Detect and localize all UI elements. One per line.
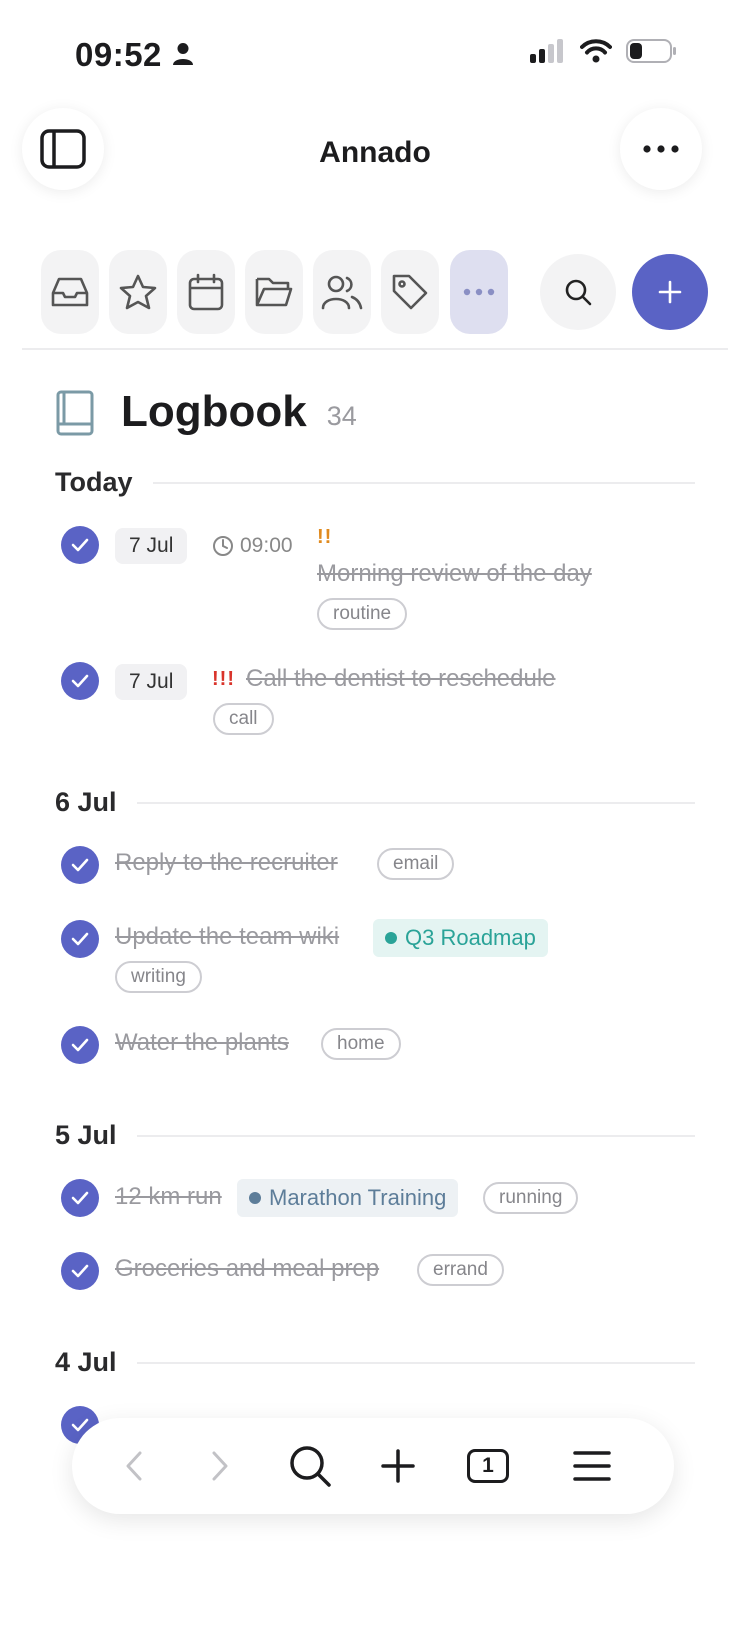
task-title[interactable]: Water the plants — [115, 1029, 289, 1057]
search-button[interactable] — [540, 254, 616, 330]
task-tag[interactable]: call — [213, 703, 274, 735]
projects-button[interactable] — [245, 250, 303, 334]
tabs-button[interactable]: 1 — [464, 1442, 512, 1490]
task-checkbox[interactable] — [61, 846, 99, 884]
tabs-icon: 1 — [467, 1449, 509, 1483]
task-date: 7 Jul — [115, 528, 188, 564]
view-toolbar — [0, 250, 750, 334]
priority-indicator: !! — [317, 526, 333, 548]
project-badge[interactable]: Marathon Training — [237, 1179, 459, 1217]
project-dot — [385, 932, 397, 944]
starred-button[interactable] — [109, 250, 167, 334]
clock-icon — [213, 536, 233, 556]
task-count: 34 — [326, 401, 357, 431]
more-views-button[interactable] — [450, 250, 508, 334]
menu-icon — [573, 1451, 611, 1481]
more-button[interactable] — [620, 108, 702, 190]
project-name: Q3 Roadmap — [405, 925, 536, 950]
section-6-jul: 6 Jul — [55, 787, 695, 818]
tabs-count: 1 — [482, 1454, 494, 1477]
task-tag[interactable]: routine — [317, 598, 408, 630]
task-checkbox[interactable] — [61, 662, 99, 700]
folder-icon — [255, 277, 293, 307]
task-date: 7 Jul — [115, 664, 188, 700]
task-checkbox[interactable] — [61, 1252, 99, 1290]
section-divider — [136, 801, 695, 804]
task-tag[interactable]: email — [377, 848, 455, 880]
forward-button[interactable] — [202, 1442, 238, 1490]
tag-icon — [392, 274, 428, 310]
more-icon — [643, 145, 679, 153]
check-icon — [71, 1038, 89, 1052]
person-icon — [173, 43, 193, 65]
section-label: 4 Jul — [55, 1347, 117, 1377]
page-title: Logbook — [121, 387, 307, 436]
priority-indicator: !!! — [212, 668, 235, 690]
status-bar: 09:52 — [0, 0, 750, 110]
book-icon — [56, 390, 94, 436]
search-icon — [565, 279, 592, 306]
task-tag[interactable]: running — [483, 1182, 579, 1214]
more-icon — [463, 288, 495, 296]
task-tag[interactable]: errand — [417, 1254, 504, 1286]
back-button[interactable] — [116, 1442, 152, 1490]
add-task-button[interactable] — [632, 254, 708, 330]
plus-icon — [658, 280, 682, 304]
forward-icon — [212, 1451, 228, 1481]
section-divider — [136, 1361, 695, 1364]
project-dot — [249, 1192, 261, 1204]
section-today: Today — [55, 467, 695, 498]
task-checkbox[interactable] — [61, 526, 99, 564]
new-tab-button[interactable] — [378, 1442, 418, 1490]
check-icon — [71, 1264, 89, 1278]
browser-search-button[interactable] — [286, 1442, 334, 1490]
back-icon — [126, 1451, 142, 1481]
project-badge[interactable]: Q3 Roadmap — [373, 919, 548, 957]
task-title[interactable]: Call the dentist to reschedule — [246, 665, 556, 693]
plus-icon — [381, 1449, 415, 1483]
section-4-jul: 4 Jul — [55, 1347, 695, 1378]
check-icon — [71, 932, 89, 946]
task-title[interactable]: Update the team wiki — [115, 923, 339, 951]
people-button[interactable] — [313, 250, 371, 334]
section-label: 5 Jul — [55, 1120, 117, 1150]
task-tag[interactable]: home — [321, 1028, 401, 1060]
people-icon — [321, 275, 363, 310]
section-divider — [136, 1134, 695, 1137]
check-icon — [71, 1191, 89, 1205]
browser-toolbar: 1 — [72, 1418, 674, 1514]
inbox-button[interactable] — [41, 250, 99, 334]
task-checkbox[interactable] — [61, 1026, 99, 1064]
task-checkbox[interactable] — [61, 1179, 99, 1217]
section-label: 6 Jul — [55, 787, 117, 817]
inbox-icon — [51, 277, 89, 307]
task-time-label: 09:00 — [240, 534, 293, 557]
calendar-button[interactable] — [177, 250, 235, 334]
toolbar-divider — [22, 348, 728, 350]
section-divider — [152, 481, 695, 484]
page-heading: Logbook 34 — [55, 388, 357, 436]
project-name: Marathon Training — [269, 1185, 447, 1210]
battery-icon — [626, 39, 676, 63]
check-icon — [71, 858, 89, 872]
check-icon — [71, 674, 89, 688]
task-checkbox[interactable] — [61, 920, 99, 958]
check-icon — [71, 538, 89, 552]
task-title[interactable]: Groceries and meal prep — [115, 1255, 379, 1283]
section-label: Today — [55, 467, 133, 497]
task-title[interactable]: 12 km run — [115, 1183, 222, 1211]
task-title[interactable]: Reply to the recruiter — [115, 849, 338, 877]
calendar-icon — [188, 273, 224, 311]
task-title[interactable]: Morning review of the day — [317, 560, 592, 588]
tags-button[interactable] — [381, 250, 439, 334]
wifi-icon — [580, 39, 612, 63]
status-time: 09:52 — [75, 36, 162, 73]
signal-icon — [530, 39, 563, 63]
task-time: 09:00 — [212, 534, 293, 558]
task-tag[interactable]: writing — [115, 961, 202, 993]
section-5-jul: 5 Jul — [55, 1120, 695, 1151]
star-icon — [119, 274, 157, 310]
menu-button[interactable] — [572, 1442, 612, 1490]
search-icon — [290, 1446, 331, 1487]
